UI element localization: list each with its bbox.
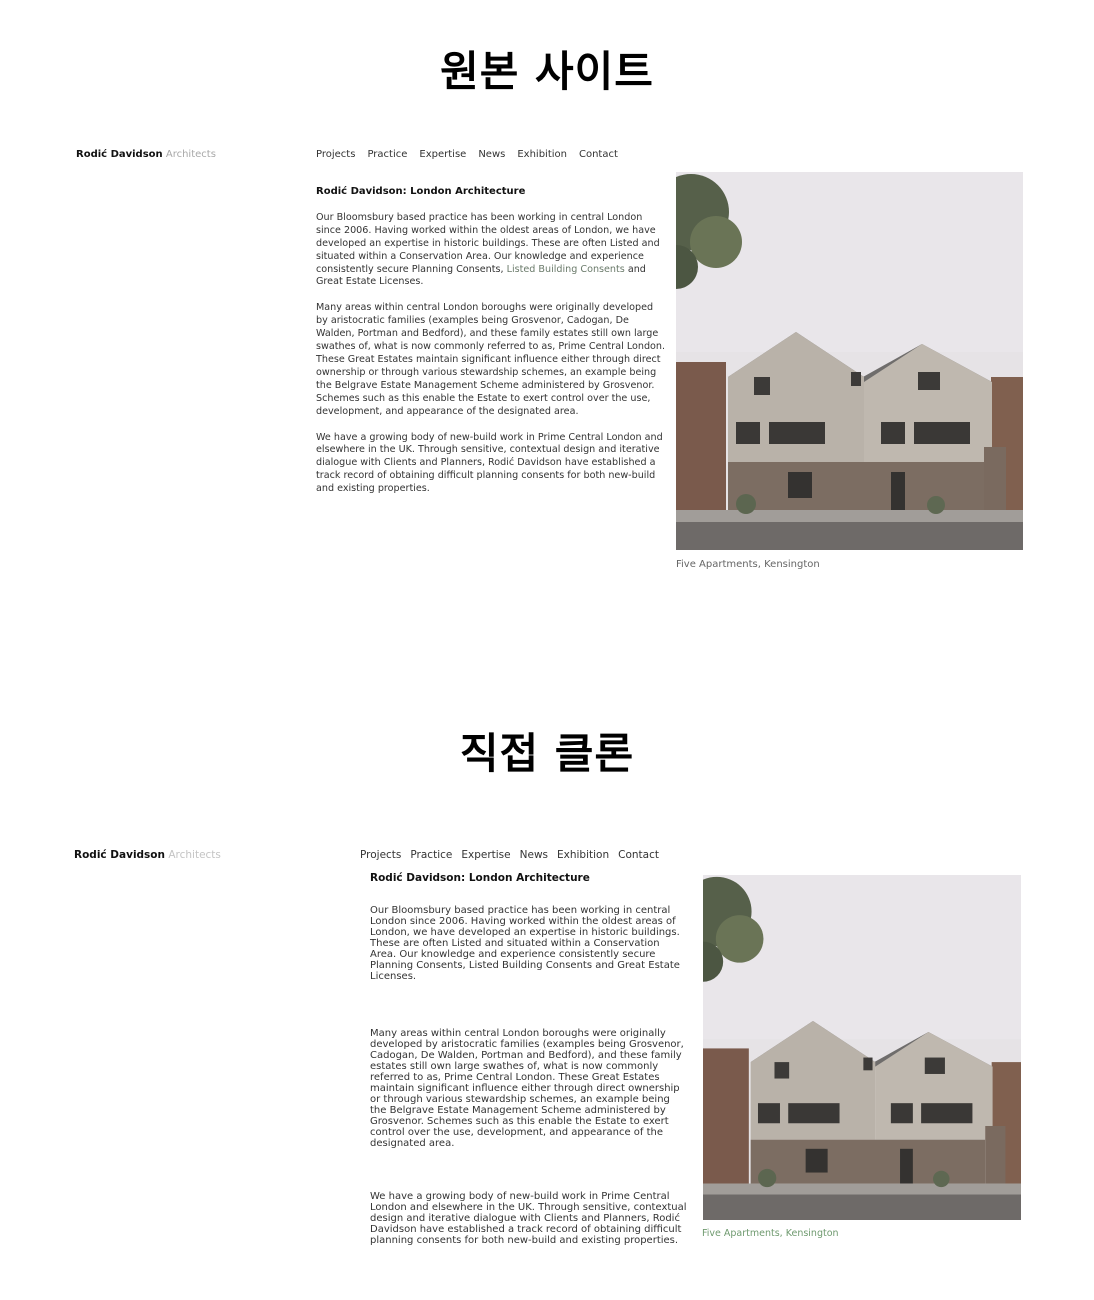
brand-name: Rodić Davidson (76, 149, 163, 160)
brand-suffix: Architects (168, 849, 221, 861)
brand-logo[interactable]: Rodić Davidson Architects (76, 149, 216, 160)
listed-building-consents-link[interactable]: Listed Building Consents (507, 264, 625, 275)
article-paragraph-3: We have a growing body of new-build work… (370, 1191, 687, 1246)
nav-item-projects[interactable]: Projects (316, 149, 355, 160)
project-photo[interactable] (703, 875, 1021, 1220)
photo-caption: Five Apartments, Kensington (676, 559, 820, 570)
nav-item-expertise[interactable]: Expertise (461, 849, 510, 861)
article-paragraph-1: Our Bloomsbury based practice has been w… (316, 212, 666, 289)
nav-item-projects[interactable]: Projects (360, 849, 401, 861)
photo-caption: Five Apartments, Kensington (702, 1228, 839, 1239)
nav-item-expertise[interactable]: Expertise (419, 149, 466, 160)
nav-item-exhibition[interactable]: Exhibition (557, 849, 609, 861)
project-photo[interactable] (676, 172, 1023, 550)
article: Rodić Davidson: London Architecture Our … (316, 186, 666, 509)
article-paragraph-2: Many areas within central London borough… (370, 1028, 684, 1149)
article-title: Rodić Davidson: London Architecture (370, 872, 590, 884)
article-title: Rodić Davidson: London Architecture (316, 186, 526, 197)
brand-logo[interactable]: Rodić Davidson Architects (74, 849, 221, 861)
nav-item-contact[interactable]: Contact (579, 149, 618, 160)
nav-item-exhibition[interactable]: Exhibition (517, 149, 567, 160)
clone-site-heading: 직접 클론 (459, 729, 635, 778)
nav-item-practice[interactable]: Practice (410, 849, 452, 861)
nav-item-contact[interactable]: Contact (618, 849, 659, 861)
article-paragraph-3: We have a growing body of new-build work… (316, 431, 663, 495)
article: Rodić Davidson: London Architecture Our … (370, 872, 688, 1247)
article-paragraph-1: Our Bloomsbury based practice has been w… (370, 905, 680, 982)
brand-name: Rodić Davidson (74, 849, 165, 861)
nav-item-practice[interactable]: Practice (367, 149, 407, 160)
brand-suffix: Architects (165, 149, 216, 160)
nav-item-news[interactable]: News (520, 849, 548, 861)
main-nav: Projects Practice Expertise News Exhibit… (360, 849, 659, 861)
nav-item-news[interactable]: News (478, 149, 505, 160)
article-paragraph-2: Many areas within central London borough… (316, 302, 666, 417)
original-site-heading: 원본 사이트 (440, 47, 654, 96)
main-nav: Projects Practice Expertise News Exhibit… (316, 149, 618, 160)
